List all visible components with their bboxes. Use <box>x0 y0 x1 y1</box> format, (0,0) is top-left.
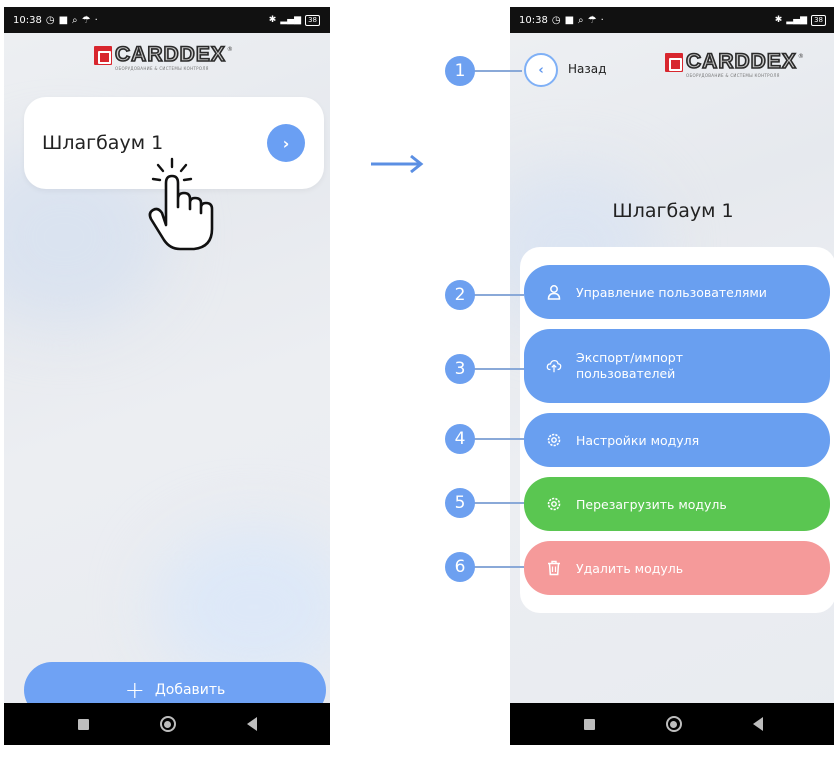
user-icon <box>546 284 562 300</box>
logo-reg: ® <box>797 53 804 60</box>
home-icon[interactable] <box>159 716 176 732</box>
back-label[interactable]: Назад <box>568 62 606 76</box>
carddex-logo: CARDDEX ® ОБОРУДОВАНИЕ & СИСТЕМЫ КОНТРОЛ… <box>665 50 804 78</box>
recents-icon[interactable] <box>583 718 595 730</box>
callout-connector <box>474 294 524 296</box>
callout-connector <box>474 438 524 440</box>
manage-users-button[interactable]: Управление пользователями <box>524 265 830 319</box>
tutorial-stage: 10:38 ◷ ■ ⌕ ☂ · ✱ ▂▄▆ 38 CARDDEX ® ОБОРУ… <box>0 0 834 761</box>
dot-icon: · <box>94 14 98 26</box>
search-icon: ⌕ <box>578 14 584 26</box>
device-name: Шлагбаум 1 <box>42 132 164 154</box>
export-import-users-button[interactable]: Экспорт/импорт пользователей <box>524 329 830 403</box>
umbrella-icon: ☂ <box>81 14 91 26</box>
battery-indicator: 38 <box>811 14 826 26</box>
dot-icon: · <box>600 14 604 26</box>
search-icon: ⌕ <box>72 14 78 26</box>
gear-icon <box>546 496 562 512</box>
flow-arrow-icon <box>371 154 424 174</box>
bluetooth-icon: ✱ <box>774 15 783 25</box>
phone-screen-device-menu: 10:38 ◷ ■ ⌕ ☂ · ✱ ▂▄▆ 38 ‹ Назад CARDDEX <box>510 7 834 745</box>
callout-badge-3: 3 <box>445 354 475 384</box>
status-time: 10:38 <box>519 14 548 26</box>
status-bar: 10:38 ◷ ■ ⌕ ☂ · ✱ ▂▄▆ 38 <box>4 7 330 33</box>
module-settings-button[interactable]: Настройки модуля <box>524 413 830 467</box>
tap-hand-icon <box>148 157 214 251</box>
alarm-icon: ◷ <box>551 14 561 26</box>
open-device-button[interactable]: › <box>267 124 305 162</box>
android-nav-bar <box>4 703 330 745</box>
callout-badge-2: 2 <box>445 280 475 310</box>
camera-icon: ■ <box>564 14 575 26</box>
status-bar: 10:38 ◷ ■ ⌕ ☂ · ✱ ▂▄▆ 38 <box>510 7 834 33</box>
chevron-left-icon: ‹ <box>538 62 544 78</box>
delete-module-label: Удалить модуль <box>576 560 684 576</box>
plus-icon: + <box>124 676 145 704</box>
chevron-right-icon: › <box>282 133 290 153</box>
export-import-label: Экспорт/импорт <box>576 350 683 365</box>
back-button[interactable]: ‹ <box>524 53 558 87</box>
recents-icon[interactable] <box>77 718 89 730</box>
alarm-icon: ◷ <box>45 14 55 26</box>
callout-connector <box>474 502 524 504</box>
delete-module-button[interactable]: Удалить модуль <box>524 541 830 595</box>
logo-word: CARDDEX <box>685 50 797 73</box>
module-settings-label: Настройки модуля <box>576 432 700 448</box>
logo-subtitle: ОБОРУДОВАНИЕ & СИСТЕМЫ КОНТРОЛЯ <box>686 73 780 78</box>
callout-connector <box>474 368 524 370</box>
camera-icon: ■ <box>58 14 69 26</box>
carddex-logo: CARDDEX ® ОБОРУДОВАНИЕ & СИСТЕМЫ КОНТРОЛ… <box>94 43 233 71</box>
callout-connector <box>474 70 522 72</box>
android-nav-bar <box>510 703 834 745</box>
back-triangle-icon[interactable] <box>246 717 257 731</box>
callout-badge-6: 6 <box>445 552 475 582</box>
logo-reg: ® <box>226 46 233 53</box>
device-menu-card: Управление пользователями Экспорт/импорт… <box>520 247 834 613</box>
reboot-module-button[interactable]: Перезагрузить модуль <box>524 477 830 531</box>
callout-connector <box>474 566 524 568</box>
logo-subtitle: ОБОРУДОВАНИЕ & СИСТЕМЫ КОНТРОЛЯ <box>115 66 209 71</box>
trash-icon <box>546 560 562 576</box>
add-button-label: Добавить <box>154 682 226 698</box>
logo-mark-icon <box>94 46 112 65</box>
phone-screen-device-list: 10:38 ◷ ■ ⌕ ☂ · ✱ ▂▄▆ 38 CARDDEX ® ОБОРУ… <box>4 7 330 745</box>
signal-icon: ▂▄▆ <box>280 15 302 25</box>
battery-indicator: 38 <box>305 14 320 26</box>
callout-badge-4: 4 <box>445 424 475 454</box>
umbrella-icon: ☂ <box>587 14 597 26</box>
logo-word: CARDDEX <box>114 43 226 66</box>
reboot-module-label: Перезагрузить модуль <box>576 496 727 512</box>
device-title: Шлагбаум 1 <box>612 200 734 222</box>
bluetooth-icon: ✱ <box>268 15 277 25</box>
callout-badge-1: 1 <box>445 56 475 86</box>
back-triangle-icon[interactable] <box>752 717 763 731</box>
signal-icon: ▂▄▆ <box>786 15 808 25</box>
manage-users-label: Управление пользователями <box>576 284 767 300</box>
status-time: 10:38 <box>13 14 42 26</box>
gear-icon <box>546 432 562 448</box>
logo-mark-icon <box>665 53 683 72</box>
export-import-label-line2: пользователей <box>576 366 676 381</box>
callout-badge-5: 5 <box>445 488 475 518</box>
cloud-upload-icon <box>546 358 562 374</box>
home-icon[interactable] <box>665 716 682 732</box>
